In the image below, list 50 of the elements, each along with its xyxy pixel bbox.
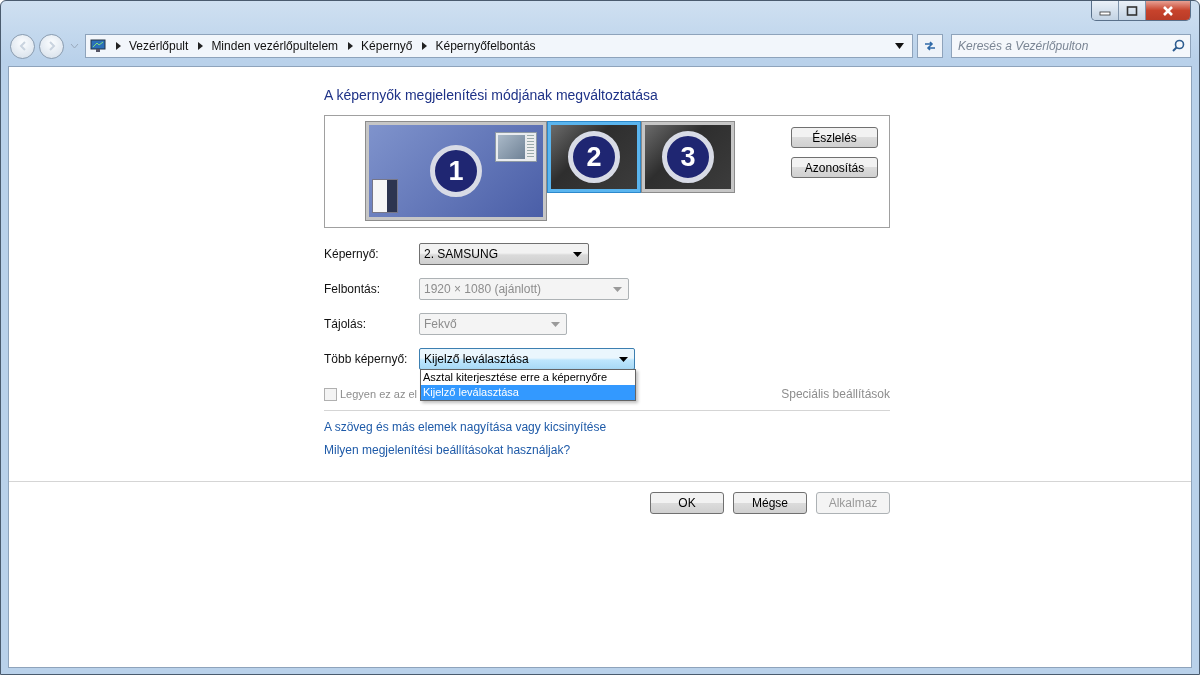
search-field[interactable]: Keresés a Vezérlőpulton xyxy=(951,34,1191,58)
dropdown-caret-icon xyxy=(573,251,582,257)
help-link[interactable]: Milyen megjelenítési beállításokat használjak? xyxy=(324,443,571,457)
panel-button[interactable]: Észlelés xyxy=(791,127,878,148)
search-icon xyxy=(1172,39,1185,52)
refresh-button[interactable] xyxy=(917,34,943,58)
monitor-number: 2 xyxy=(568,131,620,183)
chevron-icon xyxy=(198,42,204,50)
setting-label: Felbontás: xyxy=(324,282,382,296)
dropdown-caret-icon xyxy=(619,356,628,362)
close-button[interactable] xyxy=(1146,1,1190,20)
monitor-preview[interactable]: 1 xyxy=(366,122,546,220)
chevron-icon xyxy=(422,42,428,50)
setting-label: Több képernyő: xyxy=(324,352,409,366)
chevron-icon xyxy=(348,42,354,50)
maximize-icon xyxy=(1126,5,1138,16)
dropdown-caret-icon[interactable] xyxy=(895,43,904,49)
breadcrumb[interactable]: Minden vezérlőpultelem xyxy=(211,39,339,53)
dropdown-value: Fekvő xyxy=(424,317,457,331)
breadcrumb[interactable]: Vezérlőpult xyxy=(129,39,189,53)
breadcrumb[interactable]: Képernyő xyxy=(361,39,413,53)
breadcrumb[interactable]: Képernyőfelbontás xyxy=(435,39,536,53)
refresh-arrows-icon xyxy=(923,39,937,53)
start-menu-thumbnail-drawing xyxy=(372,179,398,213)
monitor-number: 3 xyxy=(662,131,714,183)
dropdown-caret-icon xyxy=(551,321,560,327)
setting-label: Tájolás: xyxy=(324,317,368,331)
panel-button[interactable]: Azonosítás xyxy=(791,157,878,178)
page-heading: A képernyők megjelenítési módjának megváltoztatása xyxy=(324,87,659,103)
dropdown-value: 2. SAMSUNG xyxy=(424,247,498,261)
setting-label: Képernyő: xyxy=(324,247,380,261)
help-link[interactable]: A szöveg és más elemek nagyítása vagy kicsinyítése xyxy=(324,420,607,434)
address-bar[interactable]: Vezérlőpult Minden vezérlőpultelem Képernyő Képernyőfelbontás xyxy=(85,34,913,58)
dialog-button[interactable]: OK xyxy=(650,492,724,514)
window-thumbnail-drawing xyxy=(495,132,537,162)
chevron-icon xyxy=(116,42,121,50)
dropdown-caret-icon xyxy=(613,286,622,292)
dropdown[interactable]: 2. SAMSUNG xyxy=(419,243,589,265)
maximize-button[interactable] xyxy=(1119,1,1146,20)
monitor-icon xyxy=(90,39,106,53)
back-button[interactable] xyxy=(10,33,35,59)
dropdown-value: 1920 × 1080 (ajánlott) xyxy=(424,282,542,296)
dialog-button[interactable]: Mégse xyxy=(733,492,807,514)
dropdown-option[interactable]: Asztal kiterjesztése erre a képernyőre xyxy=(421,370,635,385)
close-icon xyxy=(1161,4,1175,17)
monitor-preview[interactable]: 3 xyxy=(642,122,734,192)
forward-button[interactable] xyxy=(39,33,64,59)
monitor-number: 1 xyxy=(430,145,482,197)
dropdown-value: Kijelző leválasztása xyxy=(424,352,529,366)
monitor-preview[interactable]: 2 xyxy=(548,122,640,192)
